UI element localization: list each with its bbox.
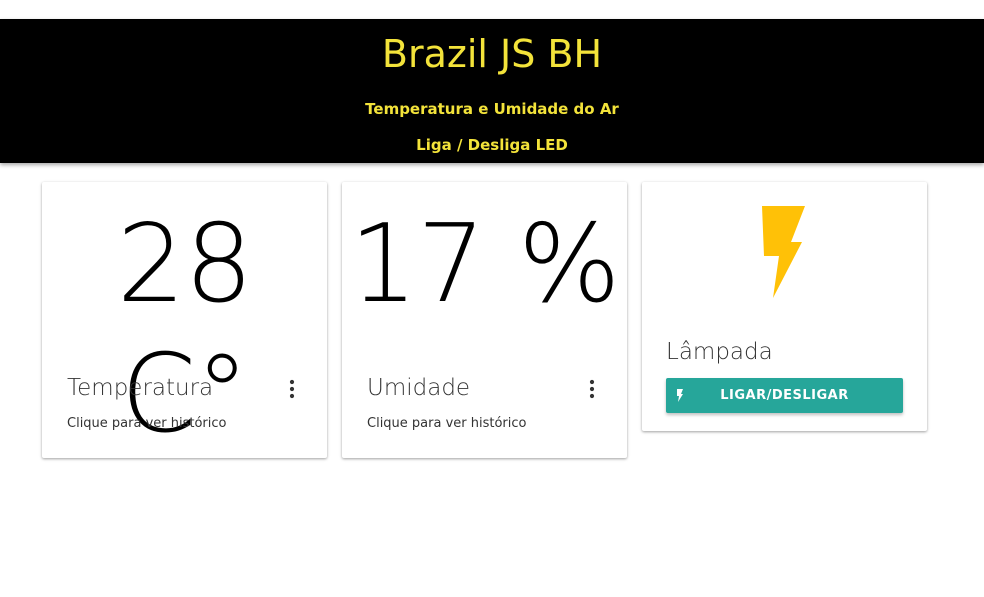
toggle-lamp-button-label: LIGAR/DESLIGAR bbox=[720, 388, 849, 403]
more-vert-icon[interactable] bbox=[281, 378, 303, 400]
humidity-value: 17 % bbox=[349, 202, 620, 327]
humidity-history-hint[interactable]: Clique para ver histórico bbox=[367, 416, 527, 431]
lamp-card: Lâmpada LIGAR/DESLIGAR bbox=[642, 182, 927, 431]
top-gap bbox=[0, 0, 984, 19]
temperature-history-hint[interactable]: Clique para ver histórico bbox=[67, 416, 227, 431]
lightning-bolt-icon bbox=[755, 204, 811, 300]
humidity-card[interactable]: 17 % Umidade Clique para ver histórico bbox=[342, 182, 627, 458]
page-title: Brazil JS BH bbox=[381, 32, 603, 76]
app-header: Brazil JS BH Temperatura e Umidade do Ar… bbox=[0, 19, 984, 163]
lamp-label: Lâmpada bbox=[666, 339, 773, 365]
header-subtitle-temperature-humidity: Temperatura e Umidade do Ar bbox=[365, 100, 619, 118]
header-subtitle-led: Liga / Desliga LED bbox=[416, 136, 568, 154]
toggle-lamp-button[interactable]: LIGAR/DESLIGAR bbox=[666, 378, 903, 413]
temperature-card[interactable]: 28 C° Temperatura Clique para ver histór… bbox=[42, 182, 327, 458]
temperature-label: Temperatura bbox=[67, 375, 214, 401]
more-vert-icon[interactable] bbox=[581, 378, 603, 400]
humidity-label: Umidade bbox=[367, 375, 471, 401]
